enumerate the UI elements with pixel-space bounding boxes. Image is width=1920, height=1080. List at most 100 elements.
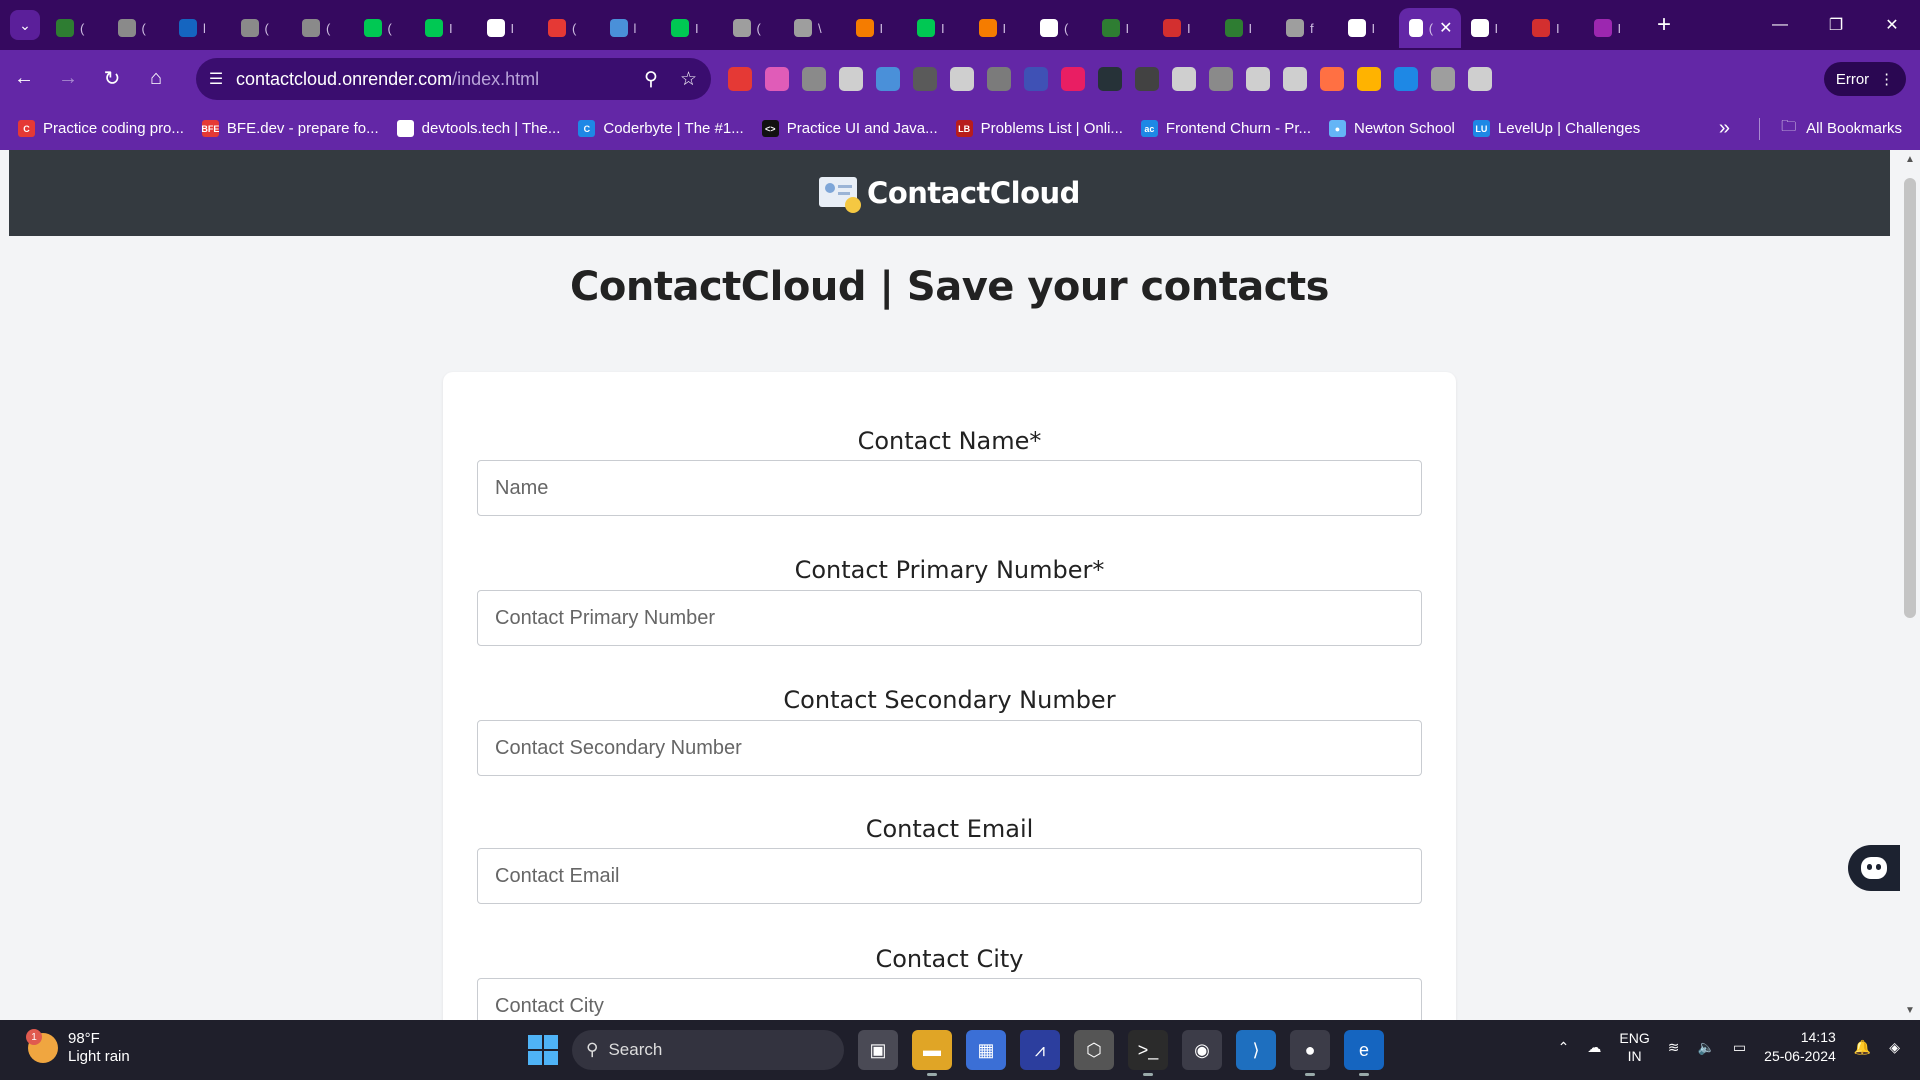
home-button[interactable]: ⌂ <box>136 59 176 99</box>
extension-icon[interactable] <box>1061 66 1085 91</box>
tab-active[interactable]: (✕ <box>1399 8 1461 48</box>
extension-icon[interactable] <box>913 66 937 91</box>
email-input[interactable] <box>477 848 1422 904</box>
browser-tab[interactable]: ( <box>292 8 354 48</box>
site-brand[interactable]: ContactCloud <box>867 176 1080 210</box>
minimize-button[interactable]: — <box>1752 0 1808 50</box>
bookmark-item[interactable]: ● Newton School <box>1329 120 1455 137</box>
zoom-icon[interactable]: ⚲ <box>644 68 658 91</box>
extension-icon[interactable] <box>839 66 863 91</box>
windows-start-icon[interactable] <box>528 1035 558 1065</box>
weather-widget[interactable]: 1 98°F Light rain <box>26 1029 130 1066</box>
bookmark-item[interactable]: <> Practice UI and Java... <box>761 120 938 137</box>
bookmark-item[interactable]: ▭ devtools.tech | The... <box>396 120 560 137</box>
browser-tab[interactable]: I <box>415 8 477 48</box>
wifi-icon[interactable]: ≋ <box>1668 1039 1680 1056</box>
scroll-up-icon[interactable]: ▲ <box>1905 154 1915 165</box>
onedrive-icon[interactable]: ☁ <box>1587 1039 1601 1056</box>
tab-close-icon[interactable]: ✕ <box>1439 18 1452 38</box>
all-bookmarks-button[interactable]: 🗀 All Bookmarks <box>1781 116 1902 141</box>
language-indicator[interactable]: ENG IN <box>1619 1029 1649 1065</box>
browser-tab[interactable]: I <box>661 8 723 48</box>
extension-icon[interactable] <box>1320 66 1344 91</box>
bookmark-item[interactable]: LU LevelUp | Challenges <box>1472 120 1640 137</box>
extension-icon[interactable] <box>1431 66 1455 91</box>
page-scrollbar[interactable]: ▲ ▼ <box>1900 150 1920 1020</box>
browser-tab[interactable]: ( <box>723 8 785 48</box>
reload-button[interactable]: ↻ <box>92 59 132 99</box>
scrollbar-thumb[interactable] <box>1904 178 1916 618</box>
extension-icon[interactable] <box>1468 66 1492 91</box>
tray-overflow-icon[interactable]: ⌃ <box>1558 1039 1570 1056</box>
chat-widget-button[interactable] <box>1848 845 1900 891</box>
browser-tab[interactable]: ( <box>538 8 600 48</box>
extension-icon[interactable] <box>765 66 789 91</box>
bookmarks-overflow-icon[interactable]: » <box>1719 117 1730 140</box>
browser-tab[interactable]: f <box>1276 8 1338 48</box>
forward-button[interactable]: → <box>48 59 88 99</box>
browser-tab[interactable]: I <box>1153 8 1215 48</box>
bookmark-item[interactable]: BFE BFE.dev - prepare fo... <box>201 120 379 137</box>
scroll-down-icon[interactable]: ▼ <box>1905 1005 1915 1016</box>
extension-icon[interactable] <box>876 66 900 91</box>
extension-icon[interactable] <box>1024 66 1048 91</box>
browser-tab[interactable]: I <box>969 8 1031 48</box>
extension-icon[interactable] <box>1357 66 1381 91</box>
browser-tab[interactable]: I <box>1461 8 1523 48</box>
extension-icon[interactable] <box>1135 66 1159 91</box>
extension-icon[interactable] <box>1209 66 1233 91</box>
terminal-icon[interactable]: >_ <box>1128 1030 1168 1076</box>
browser-tab[interactable]: ( <box>1030 8 1092 48</box>
taskbar-search[interactable]: ⚲ Search <box>572 1030 844 1070</box>
app-shield-icon[interactable]: ⬡ <box>1074 1030 1114 1070</box>
extension-icon[interactable] <box>987 66 1011 91</box>
browser-tab[interactable]: I <box>1092 8 1154 48</box>
bookmark-item[interactable]: C Practice coding pro... <box>18 120 184 137</box>
browser-tab[interactable]: I <box>907 8 969 48</box>
browser-tab[interactable]: I <box>477 8 539 48</box>
primary-number-input[interactable] <box>477 590 1422 646</box>
browser-tab[interactable]: I <box>846 8 908 48</box>
extension-icon[interactable] <box>802 66 826 91</box>
microsoft-store-icon[interactable]: ▦ <box>966 1030 1006 1070</box>
tab-search-button[interactable]: ⌄ <box>10 10 40 40</box>
browser-tab[interactable]: I <box>1215 8 1277 48</box>
bookmark-star-icon[interactable]: ☆ <box>680 68 697 91</box>
back-button[interactable]: ← <box>4 59 44 99</box>
battery-icon[interactable]: ▭ <box>1733 1039 1746 1056</box>
mongodb-compass-icon[interactable]: ● <box>1290 1030 1330 1076</box>
extension-icon[interactable] <box>950 66 974 91</box>
close-window-button[interactable]: ✕ <box>1864 0 1920 50</box>
file-explorer-icon[interactable]: ▬ <box>912 1030 952 1076</box>
new-tab-button[interactable]: + <box>1657 11 1671 39</box>
browser-tab[interactable]: l <box>169 8 231 48</box>
address-bar[interactable]: ☰ contactcloud.onrender.com/index.html ⚲… <box>196 58 711 100</box>
browser-tab[interactable]: I <box>1584 8 1646 48</box>
browser-tab[interactable]: ( <box>46 8 108 48</box>
city-input[interactable] <box>477 978 1422 1020</box>
restore-button[interactable]: ❐ <box>1808 0 1864 50</box>
extension-icon[interactable] <box>1172 66 1196 91</box>
extension-icon[interactable] <box>1394 66 1418 91</box>
site-info-icon[interactable]: ☰ <box>196 69 236 89</box>
code-app-icon[interactable]: ⩘ <box>1020 1030 1060 1070</box>
notifications-icon[interactable]: 🔔 <box>1854 1039 1871 1056</box>
chrome-icon[interactable]: ◉ <box>1182 1030 1222 1070</box>
edge-icon[interactable]: e <box>1344 1030 1384 1076</box>
browser-tab[interactable]: l <box>600 8 662 48</box>
extension-icon[interactable] <box>1098 66 1122 91</box>
browser-tab[interactable]: ( <box>354 8 416 48</box>
bookmark-item[interactable]: LB Problems List | Onli... <box>955 120 1123 137</box>
more-menu-icon[interactable]: ⋮ <box>1879 70 1894 88</box>
secondary-number-input[interactable] <box>477 720 1422 776</box>
browser-tab[interactable]: ( <box>108 8 170 48</box>
clock[interactable]: 14:13 25-06-2024 <box>1764 1028 1836 1066</box>
profile-error-button[interactable]: Error ⋮ <box>1824 62 1906 96</box>
browser-tab[interactable]: ( <box>231 8 293 48</box>
browser-tab[interactable]: \ <box>784 8 846 48</box>
bookmark-item[interactable]: C Coderbyte | The #1... <box>578 120 744 137</box>
copilot-icon[interactable]: ◈ <box>1889 1039 1900 1056</box>
extension-icon[interactable] <box>728 66 752 91</box>
browser-tab[interactable]: I <box>1338 8 1400 48</box>
bookmark-item[interactable]: ac Frontend Churn - Pr... <box>1140 120 1311 137</box>
